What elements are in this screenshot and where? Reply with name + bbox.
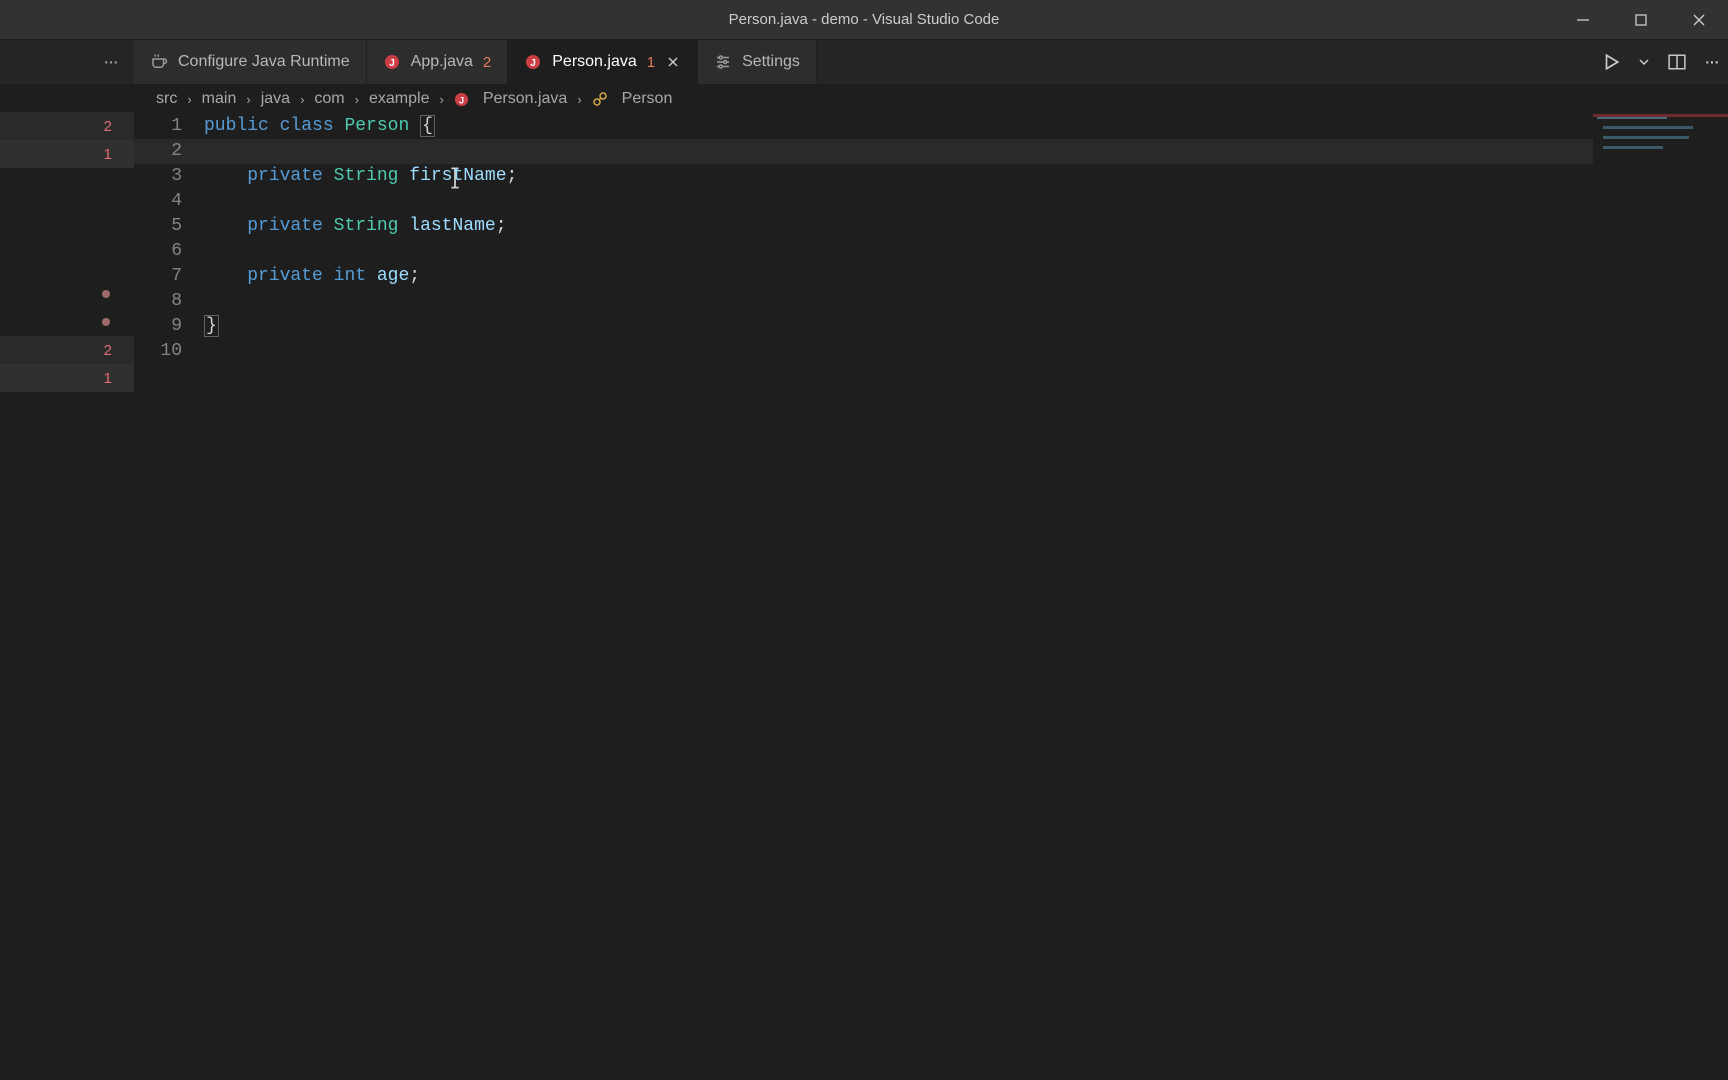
java-file-icon: J (383, 53, 401, 71)
tab-label: Person.java (552, 53, 637, 71)
line-number: 8 (134, 289, 204, 314)
tab-overflow-menu[interactable]: ··· (86, 40, 134, 84)
code-line[interactable]: 3 private String firstName; (134, 164, 1728, 189)
code-editor[interactable]: 1public class Person {23 private String … (134, 114, 1728, 1080)
maximize-button[interactable] (1612, 0, 1670, 39)
minimap[interactable] (1593, 114, 1728, 174)
error-marker[interactable]: 1 (0, 364, 134, 392)
line-number: 1 (134, 114, 204, 139)
code-content[interactable]: private int age; (204, 264, 420, 289)
line-number: 6 (134, 239, 204, 264)
breadcrumb-item[interactable]: example (369, 90, 429, 108)
line-number: 4 (134, 189, 204, 214)
error-badge: 2 (483, 54, 491, 71)
class-icon (592, 91, 608, 107)
code-line[interactable]: 4 (134, 189, 1728, 214)
title-bar: Person.java - demo - Visual Studio Code (0, 0, 1728, 40)
line-number: 2 (134, 139, 204, 164)
error-overview-ruler: 2121 (0, 84, 134, 1080)
error-marker[interactable]: 2 (0, 112, 134, 140)
code-content[interactable]: } (204, 314, 219, 339)
breadcrumb-item[interactable]: main (202, 90, 237, 108)
code-line[interactable]: 5 private String lastName; (134, 214, 1728, 239)
tab-settings[interactable]: Settings (698, 40, 817, 84)
run-button[interactable] (1602, 53, 1620, 71)
code-content[interactable]: private String firstName; (204, 164, 517, 189)
line-number: 10 (134, 339, 204, 364)
code-line[interactable]: 9} (134, 314, 1728, 339)
code-line[interactable]: 10 (134, 339, 1728, 364)
code-content[interactable]: public class Person { (204, 114, 435, 139)
code-line[interactable]: 6 (134, 239, 1728, 264)
svg-text:J: J (459, 95, 464, 105)
close-tab-button[interactable] (665, 54, 681, 70)
more-actions-button[interactable]: ··· (1704, 51, 1718, 74)
minimize-button[interactable] (1554, 0, 1612, 39)
svg-text:J: J (530, 58, 536, 69)
chevron-right-icon: › (355, 92, 359, 107)
code-line[interactable]: 8 (134, 289, 1728, 314)
breadcrumb-item[interactable]: java (261, 90, 290, 108)
chevron-right-icon: › (187, 92, 191, 107)
chevron-right-icon: › (300, 92, 304, 107)
error-marker[interactable] (0, 280, 134, 308)
split-editor-button[interactable] (1668, 53, 1686, 71)
tab-bar: ··· Configure Java Runtime J App.java 2 … (0, 40, 1728, 84)
error-marker[interactable] (0, 168, 134, 196)
more-icon: ··· (1704, 51, 1718, 74)
error-marker[interactable]: 2 (0, 336, 134, 364)
java-file-icon: J (524, 53, 542, 71)
error-marker[interactable] (0, 196, 134, 224)
line-number: 3 (134, 164, 204, 189)
error-marker[interactable] (0, 224, 134, 252)
close-button[interactable] (1670, 0, 1728, 39)
chevron-right-icon: › (439, 92, 443, 107)
tab-configure-java-runtime[interactable]: Configure Java Runtime (134, 40, 367, 84)
code-line[interactable]: 7 private int age; (134, 264, 1728, 289)
error-marker[interactable]: 1 (0, 140, 134, 168)
tab-app-java[interactable]: J App.java 2 (367, 40, 509, 84)
line-number: 9 (134, 314, 204, 339)
window-title: Person.java - demo - Visual Studio Code (729, 11, 1000, 28)
error-badge: 1 (647, 54, 655, 71)
error-marker[interactable] (0, 308, 134, 336)
error-marker[interactable] (0, 84, 134, 112)
more-icon: ··· (103, 51, 117, 74)
coffee-icon (150, 53, 168, 71)
tab-label: Configure Java Runtime (178, 53, 350, 71)
chevron-right-icon: › (577, 92, 581, 107)
line-number: 7 (134, 264, 204, 289)
svg-text:J: J (389, 58, 395, 69)
breadcrumb-item[interactable]: com (314, 90, 344, 108)
line-number: 5 (134, 214, 204, 239)
chevron-right-icon: › (246, 92, 250, 107)
tab-person-java[interactable]: J Person.java 1 (508, 40, 698, 84)
breadcrumb[interactable]: src › main › java › com › example › J Pe… (0, 84, 1728, 114)
java-file-icon: J (454, 92, 469, 107)
tab-label: App.java (411, 53, 473, 71)
error-marker[interactable] (0, 252, 134, 280)
breadcrumb-item[interactable]: Person.java (483, 90, 568, 108)
run-dropdown-button[interactable] (1638, 56, 1650, 68)
code-line[interactable]: 2 (134, 139, 1728, 164)
code-content[interactable]: private String lastName; (204, 214, 507, 239)
breadcrumb-item[interactable]: Person (622, 90, 673, 108)
code-line[interactable]: 1public class Person { (134, 114, 1728, 139)
settings-icon (714, 53, 732, 71)
tab-label: Settings (742, 53, 800, 71)
breadcrumb-item[interactable]: src (156, 90, 177, 108)
